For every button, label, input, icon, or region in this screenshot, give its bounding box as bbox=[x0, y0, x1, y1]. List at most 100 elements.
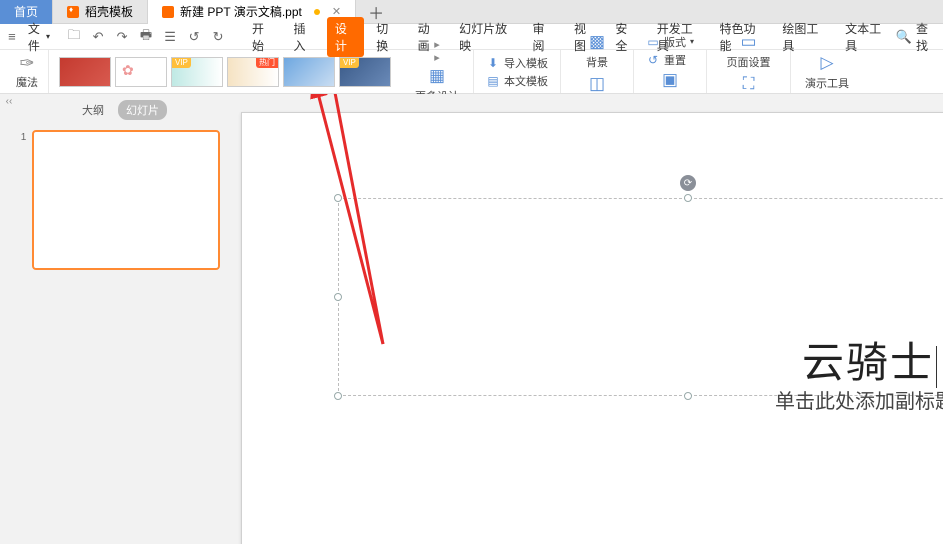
layout-icon: ▭ bbox=[646, 35, 660, 49]
find-button[interactable]: 🔍 查找 bbox=[896, 20, 937, 54]
redo2-icon[interactable]: ↻ bbox=[210, 29, 226, 45]
background-button[interactable]: ▩ 背景 bbox=[578, 30, 616, 72]
subtitle-text[interactable]: 单击此处添加副标题 bbox=[775, 385, 943, 414]
title-text-value: 云骑士 bbox=[802, 339, 934, 386]
present-tools-label: 演示工具 bbox=[805, 75, 849, 91]
import-template-label: 导入模板 bbox=[504, 55, 548, 71]
caret-down-icon: ▾ bbox=[46, 32, 50, 41]
vip-badge: VIP bbox=[172, 58, 191, 68]
resize-handle-tm[interactable] bbox=[684, 194, 692, 202]
slide-thumb-row: 1 bbox=[13, 126, 229, 274]
tab-docer-label: 稻壳模板 bbox=[85, 3, 133, 20]
tab-home-label: 首页 bbox=[14, 3, 38, 20]
menu-left: ≡ 文件 ▾ 🗀 ↶ ↷ 🖶 ☰ ↺ ↻ bbox=[6, 20, 226, 54]
template-thumb-5[interactable] bbox=[283, 57, 335, 87]
resize-handle-tl[interactable] bbox=[334, 194, 342, 202]
layout-button[interactable]: ▭版式▾ bbox=[646, 34, 694, 50]
magic-label: 魔法 bbox=[16, 74, 38, 90]
reset-button[interactable]: ↺ 重置 bbox=[646, 52, 694, 68]
ppt-icon bbox=[162, 6, 174, 18]
vip-badge-2: VIP bbox=[340, 58, 359, 68]
present-tools-group: ▷ 演示工具 bbox=[791, 50, 863, 93]
title-placeholder[interactable]: ⟳ 云骑士 单击此处添加副标题 bbox=[338, 198, 943, 396]
file-menu[interactable]: 文件 ▾ bbox=[24, 20, 54, 54]
reset-label: 重置 bbox=[664, 52, 686, 68]
text-cursor bbox=[936, 346, 937, 388]
template-thumb-4[interactable]: 热门 bbox=[227, 57, 279, 87]
tab-start-label: 开始 bbox=[252, 22, 264, 53]
undo2-icon[interactable]: ↺ bbox=[186, 29, 202, 45]
present-icon: ▷ bbox=[820, 53, 833, 73]
reset-icon: ↺ bbox=[646, 53, 660, 67]
tab-drawtools-label: 绘图工具 bbox=[782, 22, 818, 53]
template-gallery: VIP 热门 VIP bbox=[49, 50, 401, 93]
layout-label: 版式 bbox=[664, 34, 686, 50]
gallery-nav-button[interactable]: ▸▸ bbox=[432, 38, 442, 64]
preview-icon[interactable]: ☰ bbox=[162, 29, 178, 45]
workspace: ‹‹ 大纲 幻灯片 1 ⟳ 云骑士 单击此处添加副标题 bbox=[0, 94, 943, 544]
undo-icon[interactable]: ↶ bbox=[90, 29, 106, 45]
tab-review-label: 审阅 bbox=[533, 22, 545, 53]
master-icon: ▣ bbox=[662, 70, 678, 90]
hot-badge: 热门 bbox=[256, 58, 278, 68]
file-menu-label: 文件 bbox=[28, 20, 44, 54]
rotate-handle[interactable]: ⟳ bbox=[680, 175, 696, 191]
tab-insert-label: 插入 bbox=[293, 22, 305, 53]
template-thumb-1[interactable] bbox=[59, 57, 111, 87]
this-template-button[interactable]: ▤ 本文模板 bbox=[486, 73, 548, 89]
collapse-label: ‹‹ bbox=[6, 96, 13, 107]
resize-handle-bl[interactable] bbox=[334, 392, 342, 400]
title-text[interactable]: 云骑士 bbox=[802, 329, 937, 390]
magic-wand-icon: ✑ bbox=[19, 53, 34, 74]
template-thumb-3[interactable]: VIP bbox=[171, 57, 223, 87]
grid-icon: ▦ bbox=[429, 66, 445, 86]
slides-tab[interactable]: 幻灯片 bbox=[118, 100, 167, 120]
panel-tabs: 大纲 幻灯片 bbox=[74, 94, 167, 126]
tab-animation-label: 动画 bbox=[418, 22, 430, 53]
slide-number: 1 bbox=[21, 130, 27, 143]
template-thumb-6[interactable]: VIP bbox=[339, 57, 391, 87]
slide-thumbnail-1[interactable] bbox=[32, 130, 220, 270]
slide-canvas[interactable]: ⟳ 云骑士 单击此处添加副标题 bbox=[241, 112, 943, 544]
tab-texttools-label: 文本工具 bbox=[845, 22, 881, 53]
save-icon[interactable]: 🗀 bbox=[66, 29, 82, 45]
resize-handle-bm[interactable] bbox=[684, 392, 692, 400]
unsaved-dot-icon bbox=[314, 9, 320, 15]
import-icon: ⬇ bbox=[486, 56, 500, 70]
background-group: ▩ 背景 ◫ 配色方案 bbox=[561, 50, 634, 93]
quick-access-toolbar: 🗀 ↶ ↷ 🖶 ☰ ↺ ↻ bbox=[66, 29, 226, 45]
design-ribbon: ✑ 魔法 VIP 热门 VIP ▸▸ ▦ 更多设计 ⬇ 导入模板 ▤ 本文模板 ▩ … bbox=[0, 50, 943, 94]
page-setup-label: 页面设置 bbox=[727, 54, 771, 70]
fire-icon bbox=[67, 6, 79, 18]
menu-bar: ≡ 文件 ▾ 🗀 ↶ ↷ 🖶 ☰ ↺ ↻ 开始 插入 设计 切换 动画 幻灯片放… bbox=[0, 24, 943, 50]
this-template-label: 本文模板 bbox=[504, 73, 548, 89]
layout-group: ▭版式▾ ↺重置 ▣ 编辑母版 bbox=[634, 50, 707, 93]
hamburger-icon[interactable]: ≡ bbox=[6, 29, 18, 45]
print-icon[interactable]: 🖶 bbox=[138, 29, 154, 45]
tab-security-label: 安全 bbox=[615, 22, 627, 53]
tab-transition-label: 切换 bbox=[376, 22, 388, 53]
import-template-button[interactable]: ⬇ 导入模板 bbox=[486, 55, 548, 71]
chevron-pair-icon: ▸▸ bbox=[434, 38, 440, 64]
slides-tab-label: 幻灯片 bbox=[126, 105, 159, 117]
resize-handle-ml[interactable] bbox=[334, 293, 342, 301]
tab-design-label: 设计 bbox=[335, 22, 347, 53]
magic-button[interactable]: ✑ 魔法 bbox=[6, 50, 49, 93]
more-design-group: ▸▸ ▦ 更多设计 bbox=[401, 50, 474, 93]
canvas-area[interactable]: ⟳ 云骑士 单击此处添加副标题 erase bbox=[223, 94, 943, 544]
page-setup-button[interactable]: ▭ 页面设置 bbox=[719, 30, 779, 72]
slide-size-icon: ⛶ bbox=[743, 74, 755, 94]
tab-slideshow-label: 幻灯片放映 bbox=[459, 22, 507, 53]
search-icon: 🔍 bbox=[896, 29, 912, 45]
background-label: 背景 bbox=[586, 54, 608, 70]
outline-tab-label: 大纲 bbox=[82, 105, 104, 117]
template-thumb-2[interactable] bbox=[115, 57, 167, 87]
page-setup-icon: ▭ bbox=[740, 32, 756, 52]
outline-tab[interactable]: 大纲 bbox=[74, 100, 112, 120]
present-tools-button[interactable]: ▷ 演示工具 bbox=[797, 51, 857, 93]
find-label: 查找 bbox=[916, 20, 937, 54]
background-icon: ▩ bbox=[589, 32, 605, 52]
redo-icon[interactable]: ↷ bbox=[114, 29, 130, 45]
doc-icon: ▤ bbox=[486, 74, 500, 88]
page-group: ▭ 页面设置 ⛶ 幻灯片大小 bbox=[707, 50, 791, 93]
